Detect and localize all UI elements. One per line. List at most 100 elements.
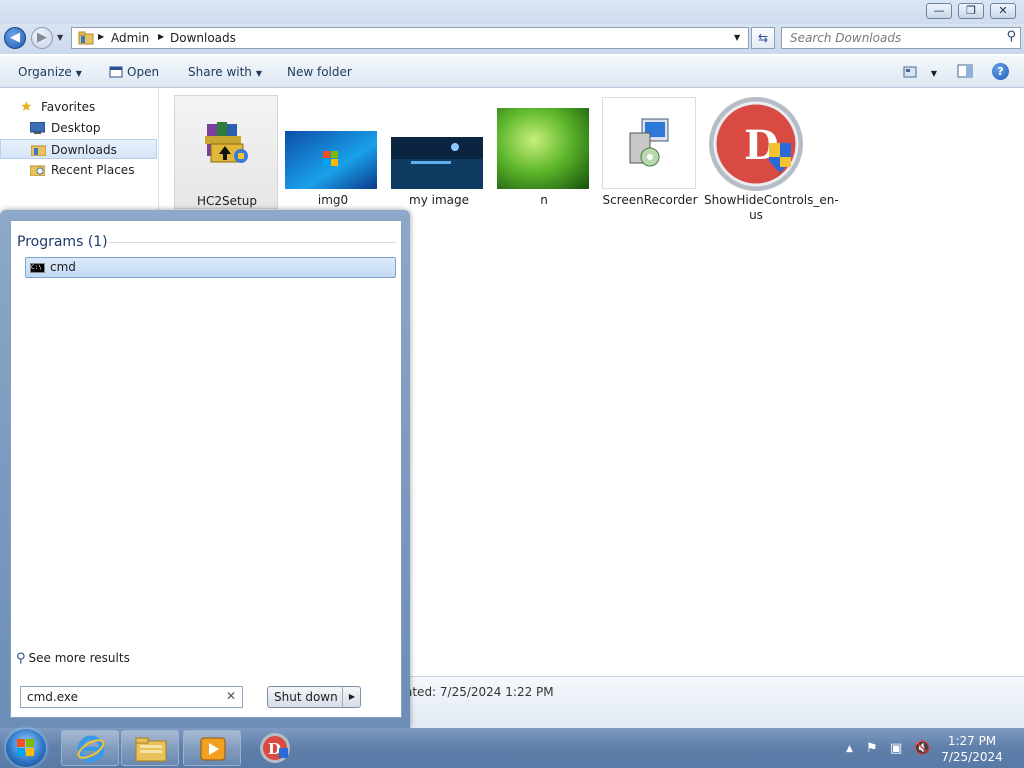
start-search-value: cmd.exe	[27, 690, 79, 704]
taskbar-internet-explorer[interactable]	[61, 730, 119, 766]
star-icon: ★	[20, 99, 33, 115]
media-player-icon	[200, 737, 226, 761]
back-arrow-icon: ◀	[10, 30, 20, 45]
nav-favorites-label: Favorites	[41, 100, 96, 114]
recent-pages-dropdown[interactable]: ▼	[57, 33, 63, 42]
open-window-icon	[109, 66, 123, 78]
file-item-my-image[interactable]: my image	[387, 95, 491, 223]
installer-icon	[629, 118, 669, 167]
desktop-icon	[30, 122, 45, 134]
breadcrumb-separator-icon: ▶	[98, 32, 105, 41]
navigation-pane: ★ Favorites Desktop Downloads Recent Pla…	[0, 88, 159, 210]
help-button[interactable]: ?	[992, 63, 1009, 80]
file-item-showhidecontrols[interactable]: D ShowHideControls_en-us	[704, 95, 839, 223]
taskbar-media-player[interactable]	[183, 730, 241, 766]
minimize-button[interactable]: —	[926, 3, 952, 19]
clock-time: 1:27 PM	[947, 734, 997, 748]
search-icon[interactable]: ⚲	[1006, 29, 1016, 44]
search-result-label: cmd	[50, 260, 76, 274]
shutdown-label: Shut down	[274, 690, 338, 704]
see-more-label: See more results	[28, 651, 130, 665]
file-item-img0[interactable]: img0	[281, 95, 385, 223]
preview-pane-icon	[957, 64, 973, 78]
shutdown-button[interactable]: Shut down ▶	[267, 686, 361, 708]
start-search-input[interactable]: cmd.exe ✕	[20, 686, 243, 708]
share-with-label: Share with	[188, 65, 252, 79]
show-hidden-icons-button[interactable]: ▲	[846, 744, 853, 754]
header-divider	[108, 242, 396, 243]
organize-button[interactable]: Organize ▼	[18, 65, 82, 79]
nav-item-label: Downloads	[51, 143, 117, 157]
programs-header[interactable]: Programs (1)	[17, 234, 108, 250]
back-button[interactable]: ◀	[4, 27, 26, 49]
clock-date: 7/25/2024	[941, 750, 1003, 764]
close-button[interactable]: ✕	[990, 3, 1016, 19]
chevron-down-icon: ▼	[255, 69, 263, 78]
internet-explorer-icon	[77, 735, 105, 763]
view-options-button[interactable]: ▼	[903, 66, 937, 81]
view-icon	[903, 66, 917, 78]
file-item-hc2setup[interactable]: HC2Setup	[174, 95, 278, 209]
file-name: ScreenRecorder	[602, 193, 698, 207]
file-name: HC2Setup	[197, 194, 257, 208]
mouse-cursor	[1004, 448, 1022, 466]
nav-item-desktop[interactable]: Desktop	[0, 118, 157, 138]
breadcrumb-separator-icon: ▶	[158, 32, 165, 41]
file-item-screenrecorder[interactable]: ScreenRecorder	[598, 95, 702, 223]
breadcrumb-downloads[interactable]: Downloads	[170, 31, 236, 45]
downloads-folder-icon	[31, 145, 46, 156]
nav-item-recent-places[interactable]: Recent Places	[0, 160, 157, 180]
organize-label: Organize	[18, 65, 72, 79]
search-placeholder: Search Downloads	[790, 31, 902, 45]
address-history-dropdown-icon[interactable]: ▼	[734, 33, 740, 42]
open-label: Open	[127, 65, 160, 79]
share-with-button[interactable]: Share with ▼	[188, 65, 262, 79]
see-more-results-link[interactable]: ⚲ See more results	[16, 651, 130, 666]
forward-arrow-icon: ▶	[37, 30, 47, 45]
file-name: img0	[317, 193, 349, 207]
shutdown-options-arrow-icon[interactable]: ▶	[342, 687, 361, 707]
file-name: my image	[409, 193, 469, 207]
winrar-installer-icon	[205, 122, 248, 163]
action-center-flag-icon[interactable]: ⚑	[866, 741, 878, 756]
network-icon[interactable]: ▣	[890, 741, 902, 756]
chevron-down-icon: ▼	[930, 69, 937, 78]
file-item-n[interactable]: n	[492, 95, 596, 223]
restore-button[interactable]: ❐	[958, 3, 984, 19]
taskbar-clock[interactable]: 1:27 PM 7/25/2024	[924, 733, 1020, 765]
address-bar[interactable]: ▶ Admin ▶ Downloads ▼	[71, 27, 749, 49]
search-input[interactable]: Search Downloads ⚲	[781, 27, 1021, 49]
date-created-text: ated: 7/25/2024 1:22 PM	[405, 685, 554, 699]
details-pane: ated: 7/25/2024 1:22 PM	[405, 676, 1024, 728]
search-result-cmd[interactable]: C:\ cmd	[25, 257, 396, 278]
title-bar	[0, 0, 1024, 24]
refresh-button[interactable]: ⇆	[751, 27, 775, 49]
nav-item-label: Desktop	[51, 121, 101, 135]
start-button[interactable]	[6, 729, 46, 767]
image-thumbnail	[391, 137, 483, 189]
recent-places-icon	[30, 165, 45, 176]
cmd-icon: C:\	[30, 263, 45, 273]
file-name: n	[540, 193, 548, 207]
image-thumbnail	[497, 108, 589, 189]
taskbar-windows-explorer[interactable]	[121, 730, 179, 766]
nav-item-label: Recent Places	[51, 163, 135, 177]
windows-logo-icon	[17, 739, 34, 756]
folder-icon	[78, 31, 94, 45]
showhide-app-icon: D	[260, 733, 290, 763]
search-icon: ⚲	[16, 651, 26, 666]
forward-button[interactable]: ▶	[31, 27, 53, 49]
clear-search-icon[interactable]: ✕	[226, 689, 236, 703]
open-button[interactable]: Open	[109, 65, 159, 79]
breadcrumb-admin[interactable]: Admin	[111, 31, 149, 45]
new-folder-button[interactable]: New folder	[287, 65, 352, 79]
help-icon: ?	[997, 65, 1004, 78]
preview-pane-button[interactable]	[957, 64, 973, 81]
nav-favorites[interactable]: ★ Favorites	[0, 97, 157, 117]
refresh-icon: ⇆	[757, 31, 769, 45]
file-name: ShowHideControls_en-us	[704, 193, 839, 222]
new-folder-label: New folder	[287, 65, 352, 79]
taskbar-showhide-app[interactable]: D	[258, 731, 292, 768]
showhide-app-icon: D	[709, 97, 803, 191]
nav-item-downloads[interactable]: Downloads	[0, 139, 157, 159]
